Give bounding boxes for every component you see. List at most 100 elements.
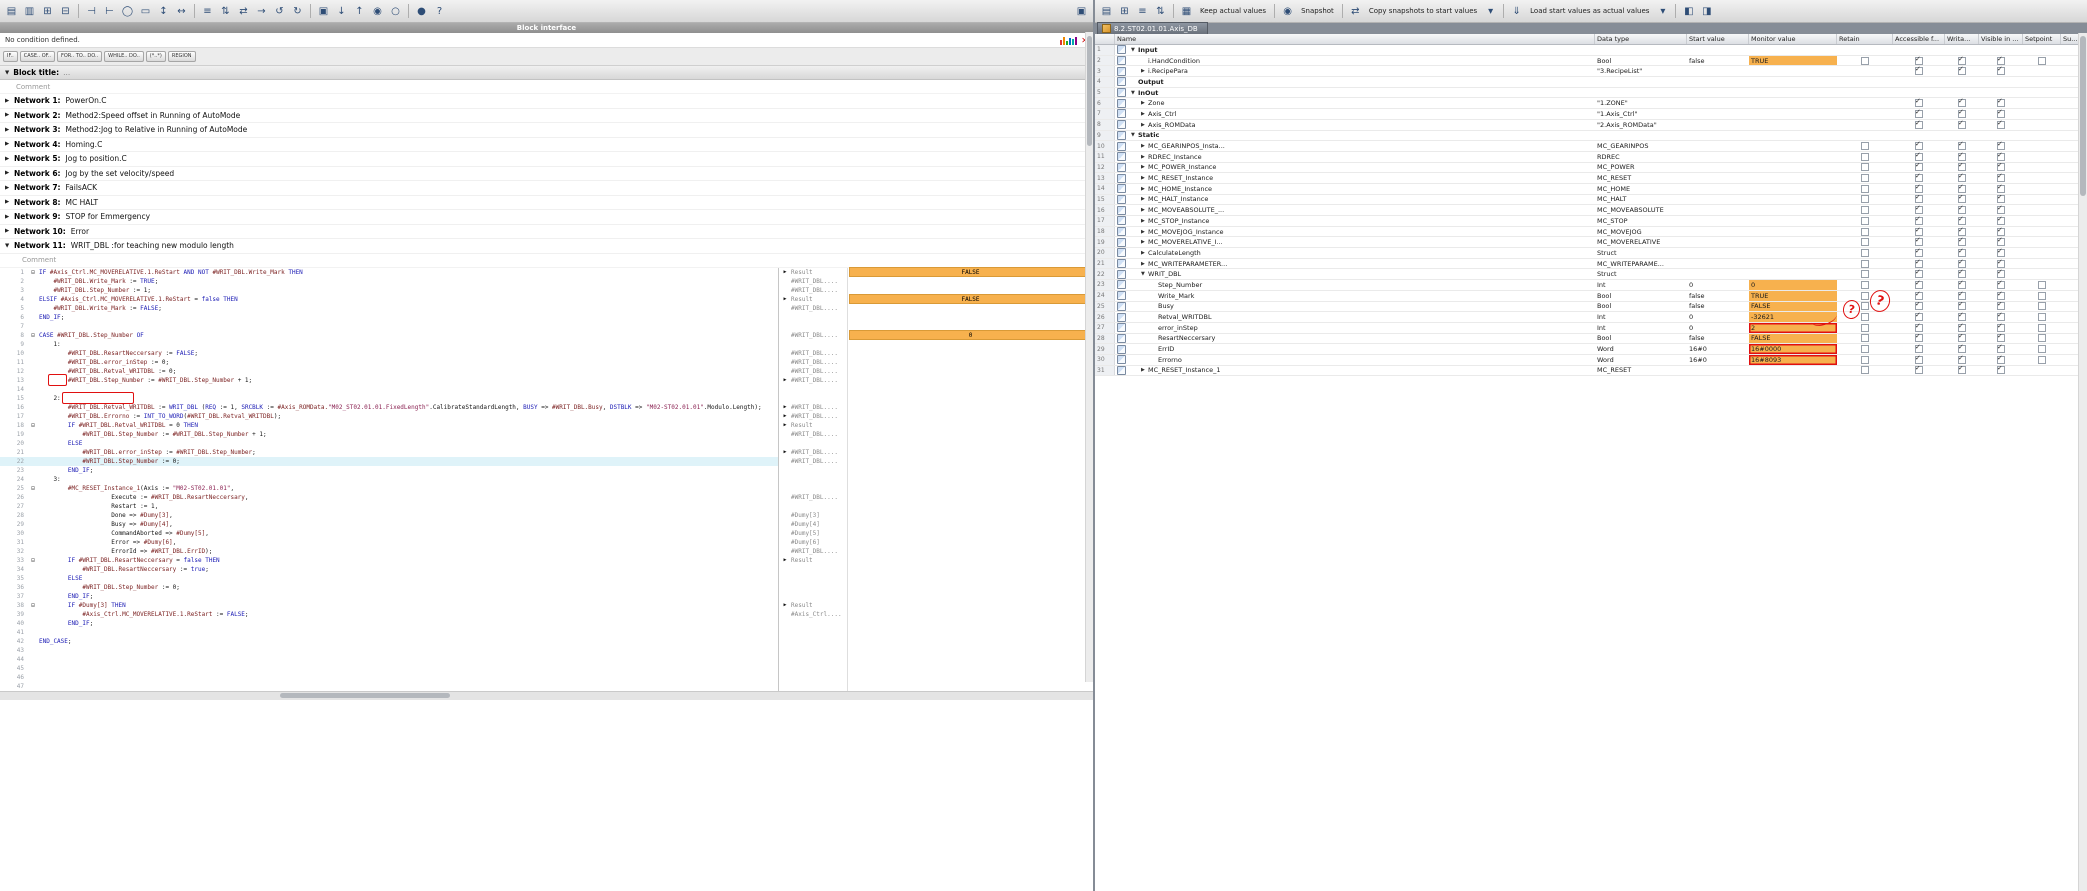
start-value-cell[interactable]: 0: [1687, 312, 1749, 322]
accessible-checkbox[interactable]: [1915, 185, 1923, 193]
retain-cell[interactable]: [1837, 334, 1893, 344]
block-interface-caption[interactable]: Block interface: [0, 23, 1093, 33]
monitor-value-cell[interactable]: [847, 403, 1093, 412]
close-branch-icon[interactable]: ↔: [173, 3, 190, 20]
retain-cell[interactable]: [1837, 355, 1893, 365]
name-cell[interactable]: ▶MC_STOP_Instance: [1129, 216, 1595, 226]
network-row[interactable]: ▶Network 6:Jog by the set velocity/speed: [0, 167, 1093, 182]
expand-all-icon[interactable]: ◨: [1698, 3, 1715, 20]
visible-cell[interactable]: [1979, 269, 2023, 279]
writable-checkbox[interactable]: [1958, 153, 1966, 161]
code-line[interactable]: 34 #WRIT_DBL.ResartNeccersary := true;: [0, 565, 1093, 574]
name-cell[interactable]: ErrID: [1129, 344, 1595, 354]
accessible-checkbox[interactable]: [1915, 238, 1923, 246]
monitor-value-cell[interactable]: 16#8093: [1749, 355, 1837, 365]
visible-cell[interactable]: [1979, 259, 2023, 269]
start-value-cell[interactable]: false: [1687, 334, 1749, 344]
writable-checkbox[interactable]: [1958, 185, 1966, 193]
code-line[interactable]: 4ELSIF #Axis_Ctrl.MC_MOVERELATIVE.1.ReSt…: [0, 295, 1093, 304]
code-line[interactable]: 39 #Axis_Ctrl.MC_MOVERELATIVE.1.ReStart …: [0, 610, 1093, 619]
visible-cell[interactable]: [1979, 280, 2023, 290]
writable-cell[interactable]: [1945, 323, 1979, 333]
expander-icon[interactable]: ▶: [1141, 68, 1148, 74]
retain-checkbox[interactable]: [1861, 206, 1869, 214]
add-row-icon[interactable]: ⊞: [1116, 3, 1133, 20]
writable-checkbox[interactable]: [1958, 228, 1966, 236]
data-type-cell[interactable]: MC_HALT: [1595, 195, 1687, 205]
retain-checkbox[interactable]: [1861, 313, 1869, 321]
code-line[interactable]: 45: [0, 664, 1093, 673]
retain-cell[interactable]: [1837, 184, 1893, 194]
code-line[interactable]: 6END_IF;: [0, 313, 1093, 322]
network-row[interactable]: ▶Network 2:Method2:Speed offset in Runni…: [0, 109, 1093, 124]
accessible-cell[interactable]: [1893, 334, 1945, 344]
load-start-values-icon[interactable]: ⇓: [1508, 3, 1525, 20]
start-value-cell[interactable]: [1687, 66, 1749, 76]
visible-checkbox[interactable]: [1997, 260, 2005, 268]
start-value-cell[interactable]: 0: [1687, 323, 1749, 333]
table-row[interactable]: 17▶MC_STOP_InstanceMC_STOP: [1095, 216, 2079, 227]
db-structure-icon[interactable]: ▤: [1098, 3, 1115, 20]
retain-checkbox[interactable]: [1861, 217, 1869, 225]
writable-checkbox[interactable]: [1958, 238, 1966, 246]
code-line[interactable]: 16 #WRIT_DBL.Retval_WRITDBL := WRIT_DBL …: [0, 403, 1093, 412]
snapshot-icon[interactable]: ◉: [1279, 3, 1296, 20]
accessible-checkbox[interactable]: [1915, 228, 1923, 236]
visible-checkbox[interactable]: [1997, 270, 2005, 278]
monitor-value-cell[interactable]: [1749, 45, 1837, 55]
visible-cell[interactable]: [1979, 344, 2023, 354]
retain-checkbox[interactable]: [1861, 324, 1869, 332]
table-row[interactable]: 15▶MC_HALT_InstanceMC_HALT: [1095, 195, 2079, 206]
start-value-cell[interactable]: [1687, 227, 1749, 237]
column-header-setpoint[interactable]: Setpoint: [2023, 34, 2061, 44]
monitor-value-cell[interactable]: [847, 601, 1093, 610]
name-cell[interactable]: ▶MC_MOVEABSOLUTE_...: [1129, 205, 1595, 215]
writable-cell[interactable]: [1945, 216, 1979, 226]
code-line[interactable]: 47: [0, 682, 1093, 691]
accessible-checkbox[interactable]: [1915, 195, 1923, 203]
network-expander-icon[interactable]: ▶: [5, 141, 14, 147]
start-value-cell[interactable]: [1687, 45, 1749, 55]
visible-cell[interactable]: [1979, 237, 2023, 247]
data-type-cell[interactable]: MC_MOVEABSOLUTE: [1595, 205, 1687, 215]
visible-cell[interactable]: [1979, 334, 2023, 344]
accessible-cell[interactable]: [1893, 344, 1945, 354]
name-cell[interactable]: ▶MC_RESET_Instance: [1129, 173, 1595, 183]
monitor-value-cell[interactable]: [847, 610, 1093, 619]
start-value-cell[interactable]: [1687, 152, 1749, 162]
table-row[interactable]: 7▶Axis_Ctrl"1.Axis_Ctrl": [1095, 109, 2079, 120]
code-line[interactable]: 40 END_IF;: [0, 619, 1093, 628]
code-line[interactable]: 15 2:: [0, 394, 1093, 403]
code-line[interactable]: 13 #WRIT_DBL.Step_Number := #WRIT_DBL.St…: [0, 376, 1093, 385]
monitor-value-cell[interactable]: 0: [1749, 280, 1837, 290]
start-value-cell[interactable]: 0: [1687, 280, 1749, 290]
snapshot-button[interactable]: Snapshot: [1297, 6, 1338, 16]
writable-cell[interactable]: [1945, 237, 1979, 247]
monitor-value-cell[interactable]: [1749, 88, 1837, 98]
data-type-cell[interactable]: MC_MOVEJOG: [1595, 227, 1687, 237]
network-expander-icon[interactable]: ▶: [5, 214, 14, 220]
code-line[interactable]: 17 #WRIT_DBL.Errorno := INT_TO_WORD(#WRI…: [0, 412, 1093, 421]
retain-cell[interactable]: [1837, 344, 1893, 354]
data-type-cell[interactable]: Bool: [1595, 334, 1687, 344]
open-all-networks-icon[interactable]: ▤: [3, 3, 20, 20]
monitor-value-cell[interactable]: [1749, 77, 1837, 87]
monitor-value-cell[interactable]: 2: [1749, 323, 1837, 333]
monitor-value-cell[interactable]: TRUE: [1749, 56, 1837, 66]
expander-icon[interactable]: ▶: [1141, 164, 1148, 170]
name-cell[interactable]: ▶CalculateLength: [1129, 248, 1595, 258]
monitor-value-cell[interactable]: [1749, 366, 1837, 376]
setpoint-cell[interactable]: [2023, 344, 2061, 354]
fold-marker-icon[interactable]: ⊟: [27, 601, 39, 610]
network-expander-icon[interactable]: ▶: [5, 170, 14, 176]
setpoint-cell[interactable]: [2023, 280, 2061, 290]
column-header-visible-in[interactable]: Visible in ...: [1979, 34, 2023, 44]
retain-checkbox[interactable]: [1861, 228, 1869, 236]
accessible-cell[interactable]: [1893, 109, 1945, 119]
writable-checkbox[interactable]: [1958, 345, 1966, 353]
writable-checkbox[interactable]: [1958, 302, 1966, 310]
visible-checkbox[interactable]: [1997, 313, 2005, 321]
keep-actual-values-icon[interactable]: ▦: [1178, 3, 1195, 20]
visible-cell[interactable]: [1979, 173, 2023, 183]
network-expander-icon[interactable]: ▶: [5, 112, 14, 118]
